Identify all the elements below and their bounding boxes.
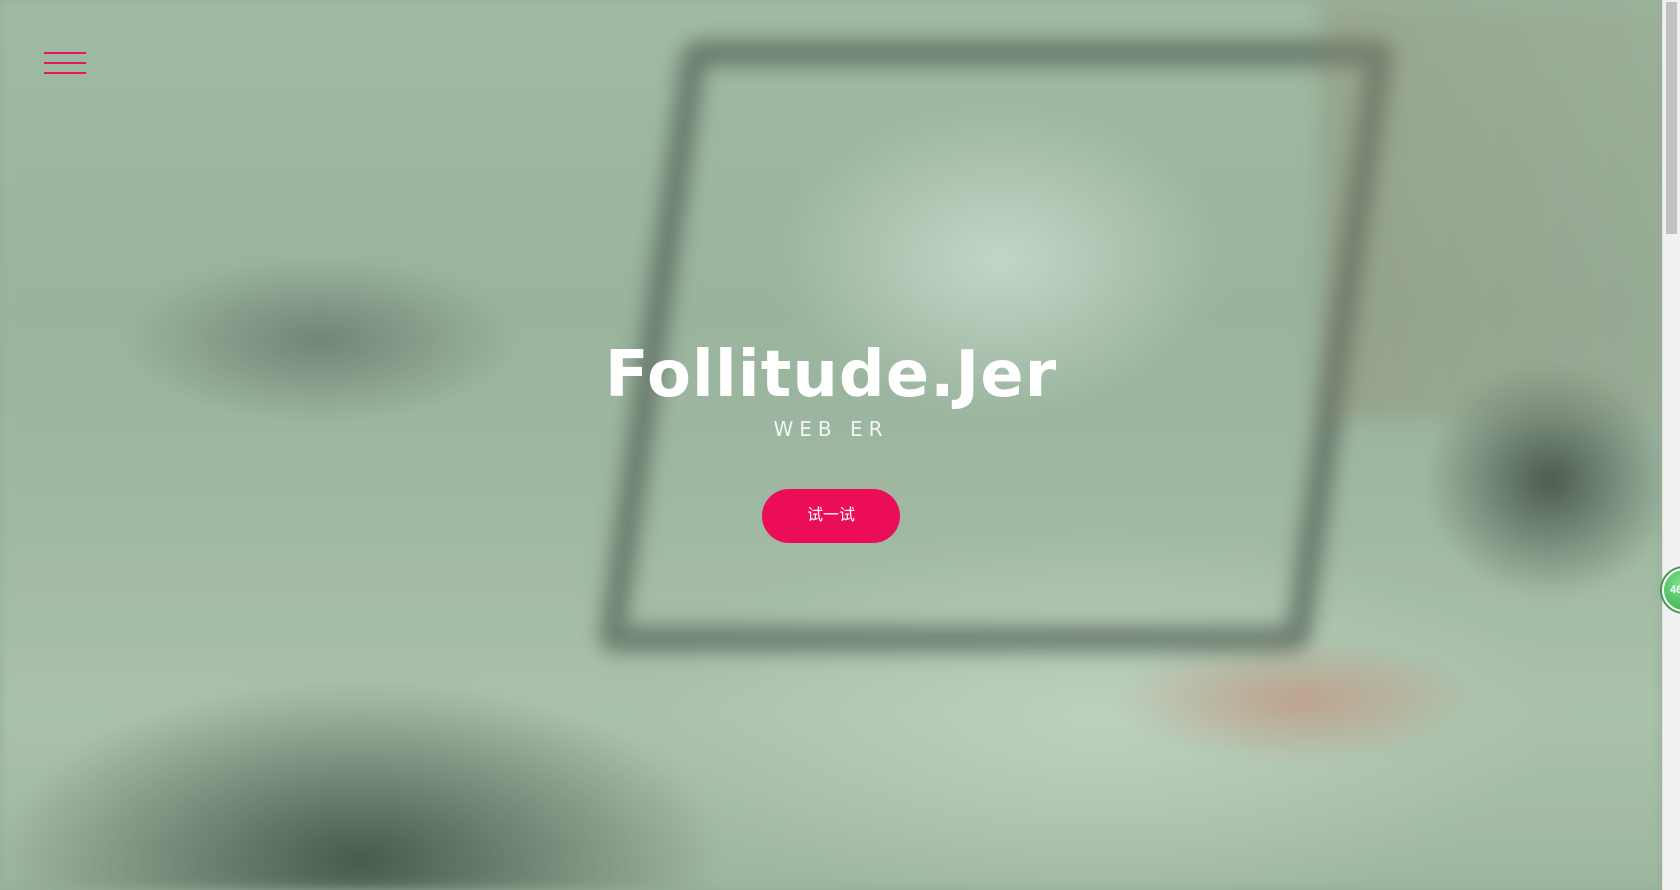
hamburger-line bbox=[44, 72, 86, 74]
try-button[interactable]: 试一试 bbox=[762, 489, 900, 543]
scrollbar-thumb[interactable] bbox=[1666, 2, 1677, 234]
page: Follitude.Jer WEB ER 试一试 46 bbox=[0, 0, 1680, 890]
hero-subtitle: WEB ER bbox=[773, 417, 889, 441]
hero-title: Follitude.Jer bbox=[604, 338, 1058, 412]
hamburger-line bbox=[44, 52, 86, 54]
hamburger-line bbox=[44, 62, 86, 64]
hamburger-icon[interactable] bbox=[44, 52, 86, 76]
vertical-scrollbar[interactable] bbox=[1662, 0, 1680, 890]
hero-section: Follitude.Jer WEB ER 试一试 bbox=[0, 335, 1662, 543]
